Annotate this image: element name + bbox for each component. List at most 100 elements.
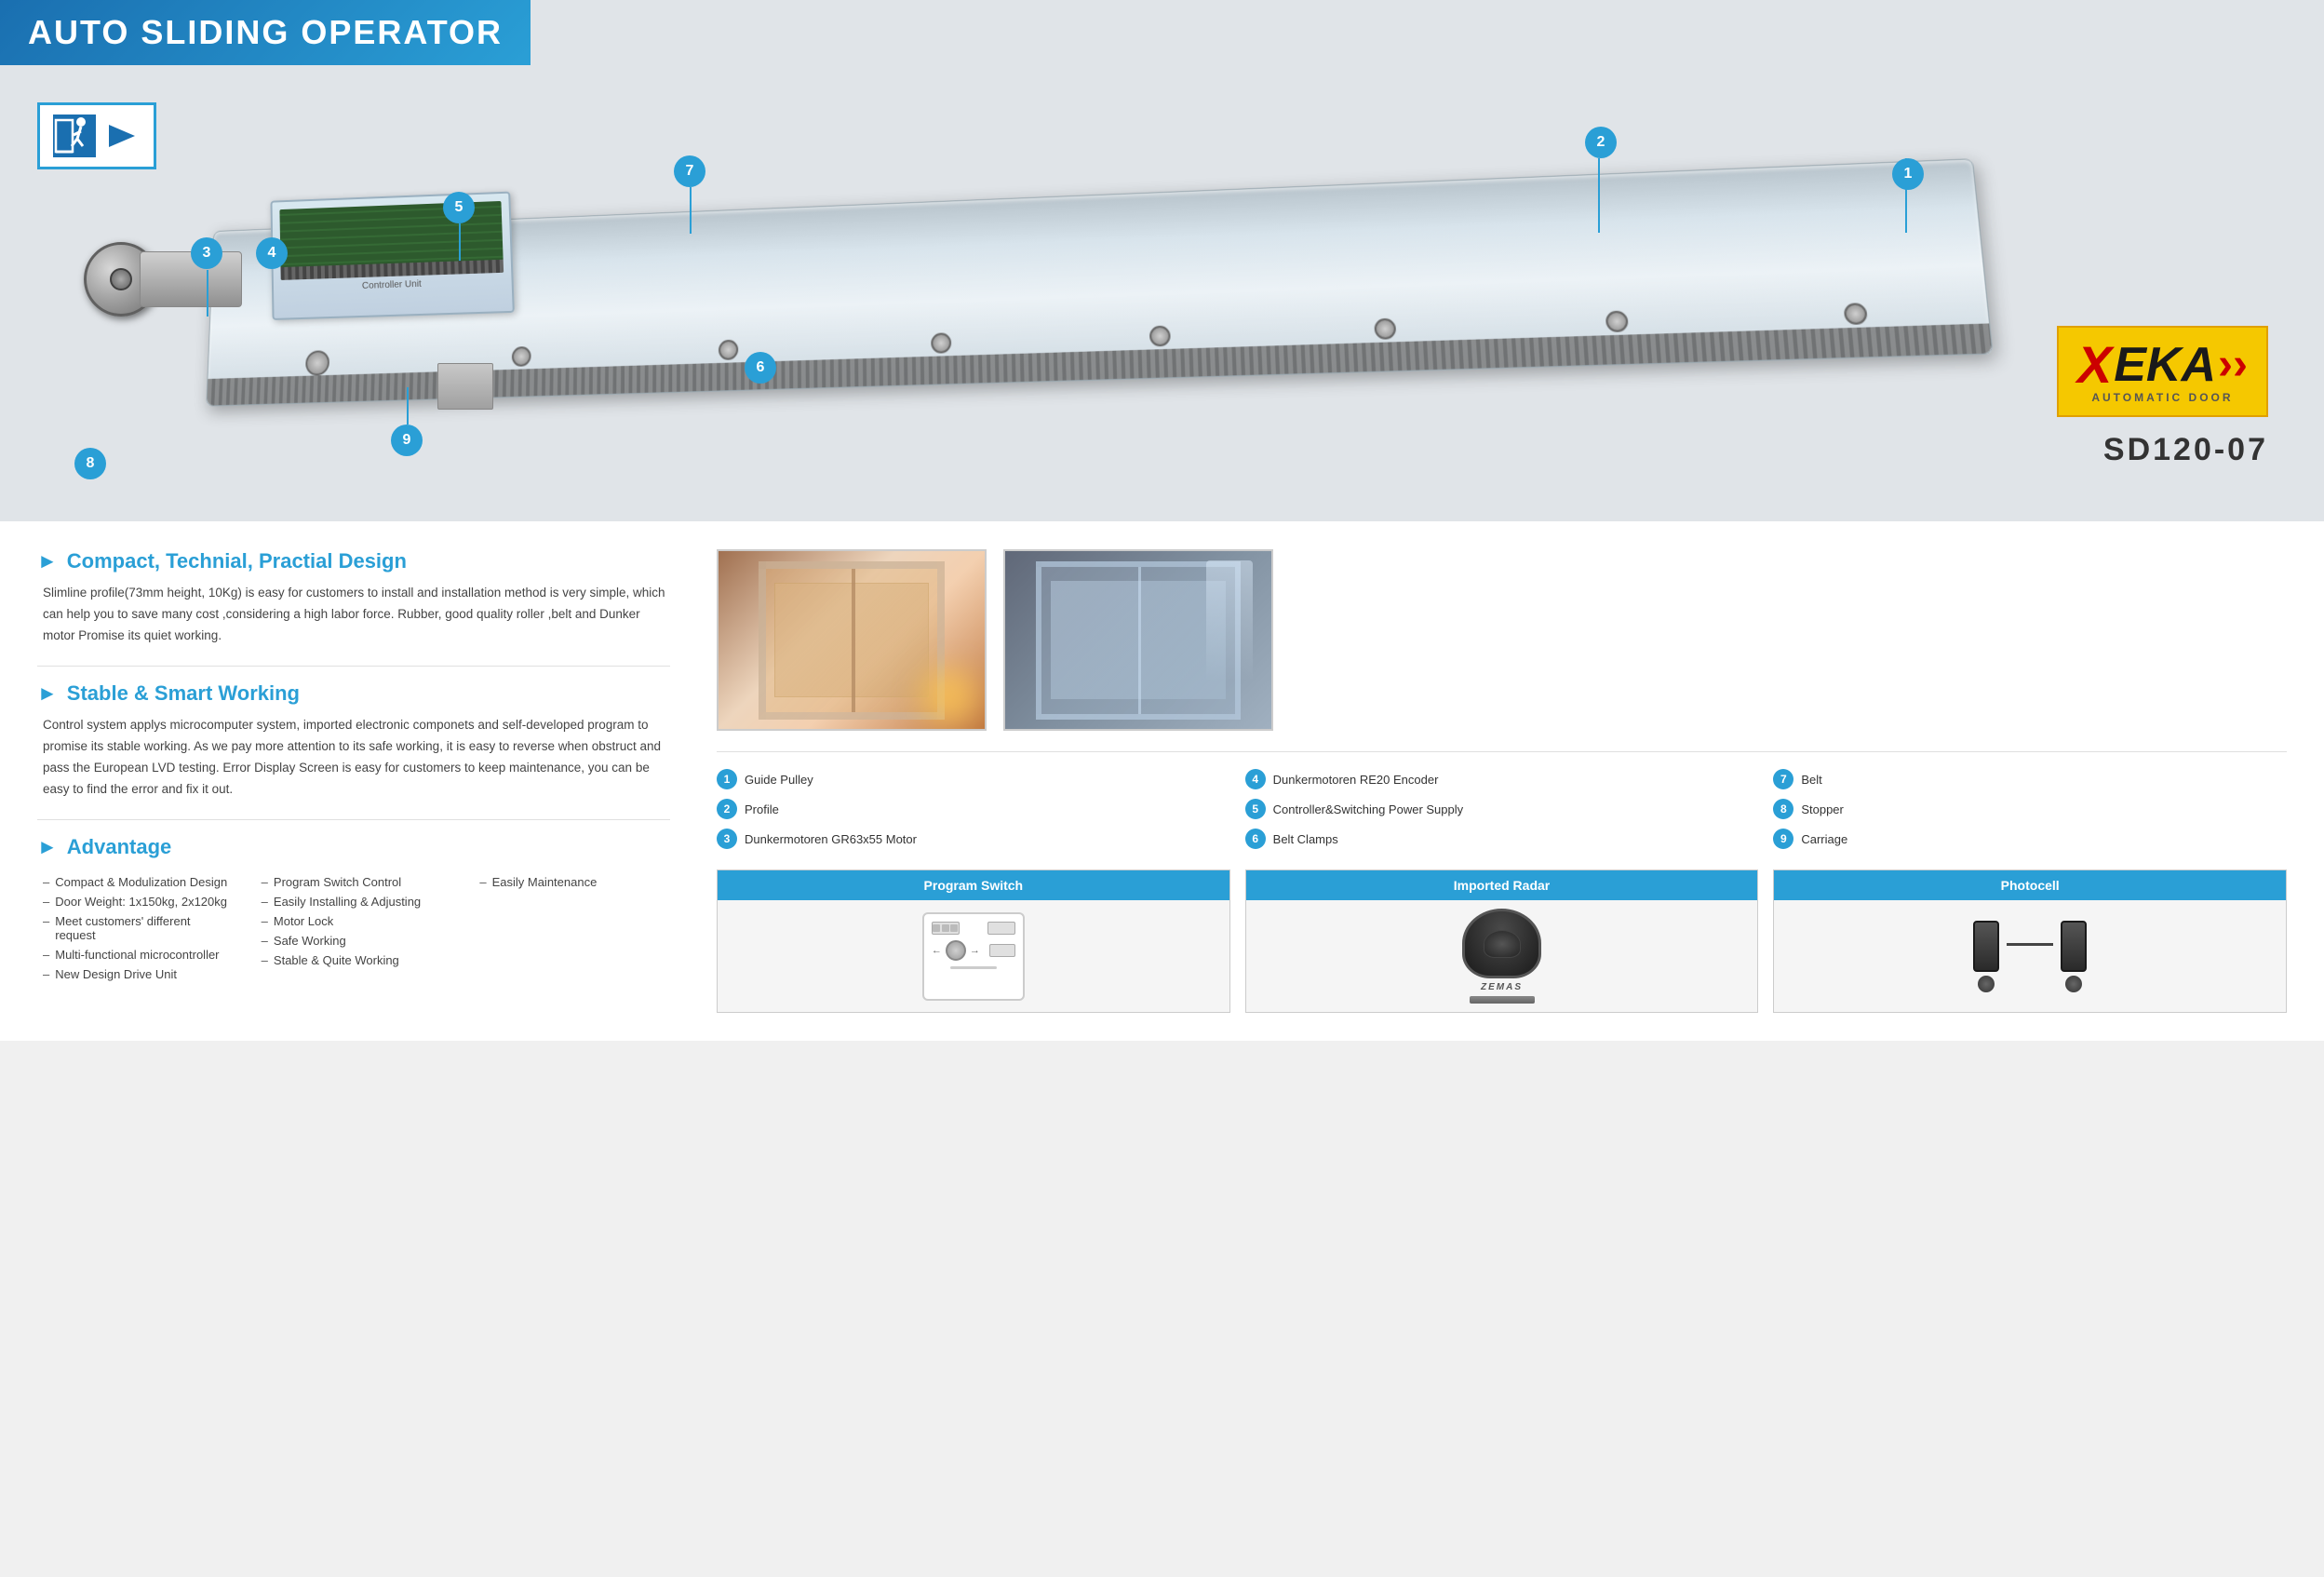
sensor-cable bbox=[2007, 943, 2053, 969]
advantage-cols: – Compact & Modulization Design – Door W… bbox=[37, 872, 670, 984]
switch-btn-1 bbox=[932, 922, 960, 935]
divider-1 bbox=[37, 666, 670, 667]
pulley bbox=[719, 340, 738, 360]
radar-base bbox=[1470, 996, 1535, 1004]
part-5: 5 Controller&Switching Power Supply bbox=[1245, 799, 1759, 819]
adv-item-label: Easily Maintenance bbox=[492, 875, 598, 889]
adv-item-label: Door Weight: 1x150kg, 2x120kg bbox=[55, 895, 227, 909]
annotation-3: 3 bbox=[191, 237, 222, 269]
accessory-photocell: Photocell bbox=[1773, 869, 2287, 1013]
part-name-3: Dunkermotoren GR63x55 Motor bbox=[745, 832, 917, 846]
adv-2-1: – Program Switch Control bbox=[262, 872, 452, 892]
cable-line bbox=[2007, 943, 2053, 946]
part-2: 2 Profile bbox=[717, 799, 1230, 819]
part-6: 6 Belt Clamps bbox=[1245, 829, 1759, 849]
side-panel bbox=[1206, 560, 1253, 681]
adv-item-label: Safe Working bbox=[274, 934, 346, 948]
controller-box: Controller Unit bbox=[270, 192, 514, 320]
divider-2 bbox=[37, 819, 670, 820]
adv-item-label: Meet customers' different request bbox=[55, 914, 233, 942]
pulley bbox=[305, 350, 329, 376]
switch-row-2: ← → bbox=[932, 940, 1015, 961]
adv-item-label: Easily Installing & Adjusting bbox=[274, 895, 421, 909]
light-glow bbox=[921, 668, 977, 724]
radar-lens bbox=[1484, 930, 1521, 958]
section2-arrow-icon: ► bbox=[37, 681, 58, 706]
section2-heading: ► Stable & Smart Working bbox=[37, 681, 670, 706]
section1-text: Slimline profile(73mm height, 10Kg) is e… bbox=[37, 583, 670, 647]
switch-knob bbox=[946, 940, 966, 961]
part-name-4: Dunkermotoren RE20 Encoder bbox=[1273, 773, 1439, 787]
annotation-4: 4 bbox=[256, 237, 288, 269]
section3-title: Advantage bbox=[67, 835, 171, 859]
accessory-header-1: Program Switch bbox=[718, 870, 1229, 900]
section1-arrow-icon: ► bbox=[37, 549, 58, 573]
sensor-lens-left bbox=[1978, 976, 1995, 992]
part-num-9: 9 bbox=[1773, 829, 1793, 849]
right-arrow-icon bbox=[101, 115, 142, 156]
xeka-subtitle: AUTOMATIC DOOR bbox=[2091, 391, 2233, 404]
adv-item-label: New Design Drive Unit bbox=[55, 967, 177, 981]
accessory-body-2: ZEMAS bbox=[1246, 900, 1758, 1012]
door-frame-1 bbox=[759, 561, 945, 720]
adv-1-4: – Multi-functional microcontroller bbox=[43, 945, 234, 964]
annotation-1: 1 bbox=[1892, 158, 1924, 190]
adv-1-5: – New Design Drive Unit bbox=[43, 964, 234, 984]
annotation-line-3 bbox=[207, 270, 208, 317]
adv-2-2: – Easily Installing & Adjusting bbox=[262, 892, 452, 911]
switch-btn-3 bbox=[989, 944, 1015, 957]
part-name-1: Guide Pulley bbox=[745, 773, 813, 787]
section3-heading: ► Advantage bbox=[37, 835, 670, 859]
page-header: AUTO SLIDING OPERATOR bbox=[0, 0, 2324, 65]
part-3: 3 Dunkermotoren GR63x55 Motor bbox=[717, 829, 1230, 849]
pulley bbox=[1374, 318, 1396, 340]
pulley bbox=[1605, 311, 1628, 333]
section2-text: Control system applys microcomputer syst… bbox=[37, 715, 670, 801]
adv-2-3: – Motor Lock bbox=[262, 911, 452, 931]
part-1: 1 Guide Pulley bbox=[717, 769, 1230, 789]
exit-icon bbox=[51, 113, 98, 159]
accessory-header-3: Photocell bbox=[1774, 870, 2286, 900]
parts-legend: 1 Guide Pulley 4 Dunkermotoren RE20 Enco… bbox=[717, 751, 2287, 849]
switch-with-arrow: ← → bbox=[932, 940, 980, 961]
part-num-7: 7 bbox=[1773, 769, 1793, 789]
annotation-6: 6 bbox=[745, 352, 776, 384]
accessory-body-3 bbox=[1774, 900, 2286, 1012]
adv-1-2: – Door Weight: 1x150kg, 2x120kg bbox=[43, 892, 234, 911]
annotation-2: 2 bbox=[1585, 127, 1617, 158]
adv-3-1: – Easily Maintenance bbox=[479, 872, 670, 892]
pulley bbox=[931, 332, 951, 354]
part-num-2: 2 bbox=[717, 799, 737, 819]
left-column: ► Compact, Technial, Practial Design Sli… bbox=[37, 549, 670, 1013]
switch-row-3 bbox=[932, 966, 1015, 969]
program-switch-device: ← → bbox=[922, 912, 1025, 1001]
part-num-1: 1 bbox=[717, 769, 737, 789]
part-name-8: Stopper bbox=[1801, 802, 1844, 816]
annotation-line-2 bbox=[1598, 158, 1600, 233]
annotation-line-9 bbox=[407, 387, 409, 425]
accessory-program-switch: Program Switch bbox=[717, 869, 1230, 1013]
sensor-right bbox=[2061, 921, 2087, 992]
adv-item-label: Compact & Modulization Design bbox=[55, 875, 227, 889]
part-4: 4 Dunkermotoren RE20 Encoder bbox=[1245, 769, 1759, 789]
part-name-5: Controller&Switching Power Supply bbox=[1273, 802, 1463, 816]
part-num-4: 4 bbox=[1245, 769, 1266, 789]
xeka-logo: X EKA ›› AUTOMATIC DOOR bbox=[2057, 326, 2268, 417]
accessory-radar: Imported Radar ZEMAS bbox=[1245, 869, 1759, 1013]
adv-item-label: Motor Lock bbox=[274, 914, 333, 928]
gallery-row bbox=[717, 549, 2287, 731]
pulley bbox=[1843, 303, 1868, 325]
section3-arrow-icon: ► bbox=[37, 835, 58, 859]
gallery-image-2 bbox=[1003, 549, 1273, 731]
sensor-lens-right bbox=[2065, 976, 2082, 992]
accessory-body-1: ← → bbox=[718, 900, 1229, 1012]
sensor-left bbox=[1973, 921, 1999, 992]
xeka-logo-text: X EKA ›› bbox=[2077, 339, 2248, 391]
motor-hub bbox=[110, 268, 132, 290]
part-num-6: 6 bbox=[1245, 829, 1266, 849]
part-num-8: 8 bbox=[1773, 799, 1793, 819]
xeka-eka: EKA bbox=[2114, 341, 2216, 389]
part-num-3: 3 bbox=[717, 829, 737, 849]
pulley bbox=[1149, 326, 1171, 347]
annotation-5: 5 bbox=[443, 192, 475, 223]
